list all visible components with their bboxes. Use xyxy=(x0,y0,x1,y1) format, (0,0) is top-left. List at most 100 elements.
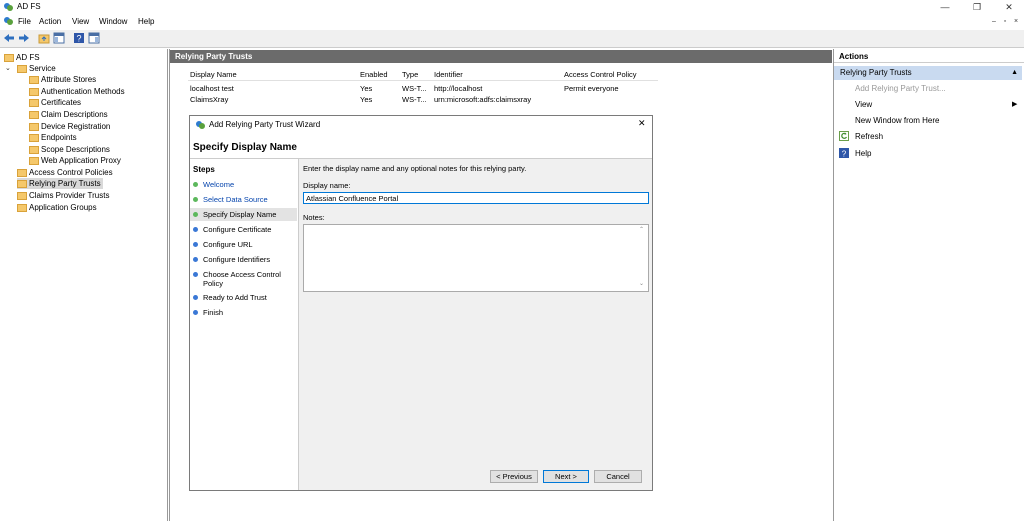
tree-item-claims-provider-trusts[interactable]: Claims Provider Trusts xyxy=(17,190,109,201)
tree-item-relying-party-trusts[interactable]: Relying Party Trusts xyxy=(17,178,103,189)
tree-item-service[interactable]: Service xyxy=(17,63,56,74)
folder-icon xyxy=(17,168,27,177)
step-welcome[interactable]: Welcome xyxy=(203,180,293,189)
folder-icon xyxy=(4,53,14,62)
scroll-up-icon[interactable]: ⌃ xyxy=(639,226,644,233)
show-hide-console-tree-icon[interactable] xyxy=(53,32,65,44)
folder-icon xyxy=(29,156,39,165)
cell-access-control-policy: Permit everyone xyxy=(564,84,619,93)
wizard-page-heading: Specify Display Name xyxy=(193,142,297,153)
step-pending-icon xyxy=(193,227,198,232)
display-name-input[interactable] xyxy=(303,192,649,204)
back-arrow-icon[interactable] xyxy=(3,32,15,44)
tree-item-endpoints[interactable]: Endpoints xyxy=(29,132,77,143)
column-header-divider xyxy=(188,80,658,81)
menu-view[interactable]: View xyxy=(72,17,89,26)
minimize-button[interactable]: — xyxy=(930,0,960,15)
step-pending-icon xyxy=(193,310,198,315)
svg-text:?: ? xyxy=(842,149,847,158)
action-refresh[interactable]: Refresh xyxy=(855,132,883,141)
step-done-icon xyxy=(193,197,198,202)
mdi-minimize-button[interactable]: – xyxy=(989,16,999,27)
column-header-access-control-policy[interactable]: Access Control Policy xyxy=(564,70,637,79)
action-new-window-from-here[interactable]: New Window from Here xyxy=(855,116,939,125)
step-pending-icon xyxy=(193,257,198,262)
step-done-icon xyxy=(193,182,198,187)
step-ready-to-add-trust: Ready to Add Trust xyxy=(203,293,267,302)
actions-header: Actions xyxy=(834,50,1024,63)
folder-icon xyxy=(17,179,27,188)
menu-action[interactable]: Action xyxy=(39,17,61,26)
action-add-relying-party-trust[interactable]: Add Relying Party Trust... xyxy=(855,84,946,93)
cancel-button[interactable]: Cancel xyxy=(594,470,642,483)
svg-text:?: ? xyxy=(76,34,81,44)
tree-item-access-control-policies[interactable]: Access Control Policies xyxy=(17,167,113,178)
notes-textarea[interactable] xyxy=(303,224,649,292)
action-help[interactable]: Help xyxy=(855,149,871,158)
folder-icon xyxy=(29,87,39,96)
column-header-enabled[interactable]: Enabled xyxy=(360,70,388,79)
table-row[interactable]: ClaimsXray Yes WS-T... urn:microsoft:adf… xyxy=(188,94,658,104)
up-folder-icon[interactable] xyxy=(38,32,50,44)
mdi-close-button[interactable]: × xyxy=(1011,16,1021,27)
cell-enabled: Yes xyxy=(360,84,373,93)
folder-icon xyxy=(29,145,39,154)
step-finish: Finish xyxy=(203,308,224,317)
collapse-arrow-icon[interactable]: ▲ xyxy=(1011,66,1018,80)
cell-display-name: localhost test xyxy=(190,84,234,93)
folder-icon xyxy=(17,64,27,73)
cell-identifier: http://localhost xyxy=(434,84,483,93)
window-titlebar xyxy=(0,0,1024,15)
tree-item-web-application-proxy[interactable]: Web Application Proxy xyxy=(29,155,121,166)
wizard-instruction: Enter the display name and any optional … xyxy=(303,164,527,173)
step-pending-icon xyxy=(193,242,198,247)
tree-item-adfs[interactable]: AD FS xyxy=(4,52,40,63)
step-specify-display-name: Specify Display Name xyxy=(203,210,277,219)
wizard-title: Add Relying Party Trust Wizard xyxy=(209,120,321,129)
tree-item-device-registration[interactable]: Device Registration xyxy=(29,121,110,132)
folder-icon xyxy=(17,191,27,200)
menu-file[interactable]: File xyxy=(18,17,31,26)
actions-group-relying-party-trusts[interactable]: Relying Party Trusts ▲ xyxy=(834,66,1022,80)
forward-arrow-icon[interactable] xyxy=(18,32,30,44)
column-header-display-name[interactable]: Display Name xyxy=(190,70,237,79)
show-hide-action-pane-icon[interactable] xyxy=(88,32,100,44)
wizard-app-icon xyxy=(195,120,205,130)
toolbar xyxy=(0,30,1024,48)
tree-item-scope-descriptions[interactable]: Scope Descriptions xyxy=(29,144,110,155)
folder-icon xyxy=(29,98,39,107)
tree-item-claim-descriptions[interactable]: Claim Descriptions xyxy=(29,109,108,120)
step-select-data-source[interactable]: Select Data Source xyxy=(203,195,293,204)
action-view[interactable]: View xyxy=(855,100,872,109)
chevron-down-icon[interactable]: ⌄ xyxy=(5,64,11,72)
tree-item-attribute-stores[interactable]: Attribute Stores xyxy=(29,74,96,85)
mdi-restore-button[interactable]: ▫ xyxy=(1000,16,1010,27)
adfs-app-icon xyxy=(3,2,13,12)
tree-item-certificates[interactable]: Certificates xyxy=(29,97,81,108)
maximize-button[interactable]: ❐ xyxy=(962,0,992,15)
mmc-menu-icon[interactable] xyxy=(3,16,13,26)
column-header-identifier[interactable]: Identifier xyxy=(434,70,463,79)
folder-icon xyxy=(29,75,39,84)
step-choose-access-control-policy: Choose Access Control Policy xyxy=(203,270,281,288)
column-header-type[interactable]: Type xyxy=(402,70,418,79)
cell-type: WS-T... xyxy=(402,95,427,104)
next-button[interactable]: Next > xyxy=(543,470,589,483)
tree-item-application-groups[interactable]: Application Groups xyxy=(17,202,97,213)
previous-button[interactable]: < Previous xyxy=(490,470,538,483)
tree-item-authentication-methods[interactable]: Authentication Methods xyxy=(29,86,125,97)
step-pending-icon xyxy=(193,272,198,277)
results-pane-header: Relying Party Trusts xyxy=(170,50,832,63)
help-icon: ? xyxy=(839,148,849,158)
menu-help[interactable]: Help xyxy=(138,17,154,26)
step-configure-certificate: Configure Certificate xyxy=(203,225,272,234)
scroll-down-icon[interactable]: ⌄ xyxy=(639,280,644,287)
menu-window[interactable]: Window xyxy=(99,17,127,26)
wizard-close-button[interactable]: ✕ xyxy=(638,118,646,129)
step-current-icon xyxy=(193,212,198,217)
table-row[interactable]: localhost test Yes WS-T... http://localh… xyxy=(188,83,658,93)
close-button[interactable]: ✕ xyxy=(994,0,1024,15)
help-icon[interactable]: ? xyxy=(73,32,85,44)
steps-label: Steps xyxy=(193,165,215,174)
actions-group-label: Relying Party Trusts xyxy=(840,68,912,77)
